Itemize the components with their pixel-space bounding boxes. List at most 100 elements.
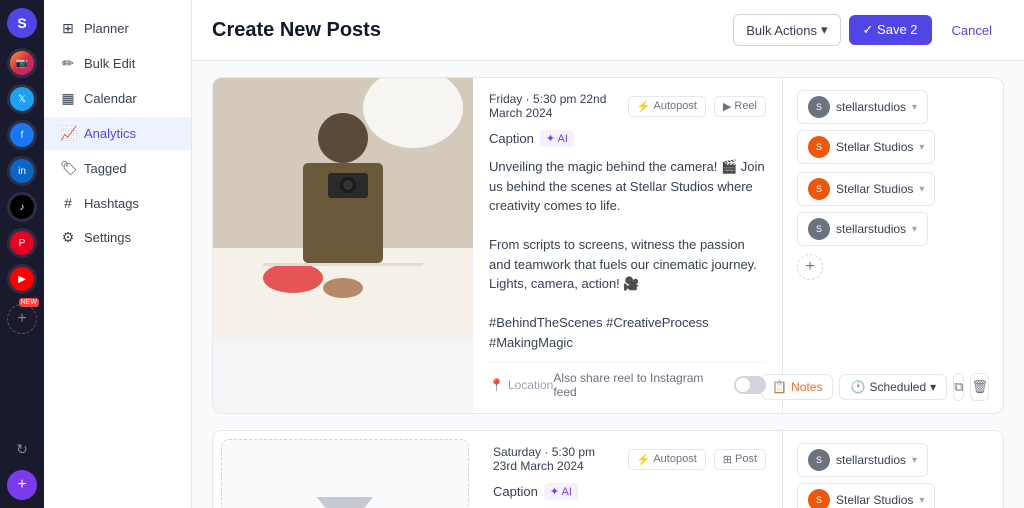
caption-label-2: Caption bbox=[493, 484, 538, 499]
user-avatar[interactable]: S bbox=[7, 8, 37, 38]
share-toggle-1: Also share reel to Instagram feed bbox=[553, 371, 766, 399]
save-button[interactable]: ✓ Save 2 bbox=[849, 15, 932, 45]
sidebar-item-settings[interactable]: ⚙ Settings bbox=[44, 221, 191, 254]
account-chip-1b[interactable]: S Stellar Studios ▾ bbox=[797, 130, 935, 164]
sidebar-item-analytics[interactable]: 📈 Analytics bbox=[44, 117, 191, 150]
chevron-icon-2b: ▾ bbox=[919, 495, 924, 506]
type-label-1: Reel bbox=[734, 100, 757, 112]
type-label-2: Post bbox=[735, 453, 757, 465]
social-icon-facebook[interactable]: f bbox=[7, 120, 37, 150]
account-name-2b: Stellar Studios bbox=[836, 493, 913, 507]
social-icon-youtube[interactable]: ▶ bbox=[7, 264, 37, 294]
cancel-button[interactable]: Cancel bbox=[940, 16, 1004, 45]
social-icon-instagram[interactable]: 📷 bbox=[7, 48, 37, 78]
post-card-2: + + Images or Videos Saturday · 5:30 pm … bbox=[212, 430, 1004, 508]
sidebar-label-planner: Planner bbox=[84, 21, 129, 36]
create-icon[interactable]: + bbox=[7, 470, 37, 500]
sidebar-item-calendar[interactable]: ▦ Calendar bbox=[44, 82, 191, 115]
location-row-1: 📍 Location Also share reel to Instagram … bbox=[489, 362, 766, 399]
location-icon: 📍 bbox=[489, 378, 504, 392]
analytics-icon: 📈 bbox=[60, 125, 76, 142]
icon-bar: S 📷 𝕏 f in ♪ P ▶ + NEW ↻ + bbox=[0, 0, 44, 508]
new-badge: NEW bbox=[19, 298, 39, 307]
refresh-icon[interactable]: ↻ bbox=[7, 434, 37, 464]
autopost-icon-1: ⚡ bbox=[637, 100, 651, 113]
chevron-icon-1a: ▾ bbox=[912, 102, 917, 113]
sidebar-item-tagged[interactable]: 🏷 Tagged bbox=[44, 152, 191, 185]
post-content-1: Friday · 5:30 pm 22nd March 2024 ⚡ Autop… bbox=[473, 78, 783, 413]
sidebar: ⊞ Planner ✏ Bulk Edit ▦ Calendar 📈 Analy… bbox=[44, 0, 192, 508]
account-avatar-1a: S bbox=[808, 96, 830, 118]
sidebar-item-hashtags[interactable]: # Hashtags bbox=[44, 187, 191, 219]
account-chip-1a[interactable]: S stellarstudios ▾ bbox=[797, 90, 928, 124]
post-accounts-1: S stellarstudios ▾ S Stellar Studios ▾ S… bbox=[783, 78, 1003, 413]
account-name-1b: Stellar Studios bbox=[836, 140, 913, 154]
share-label-1: Also share reel to Instagram feed bbox=[553, 371, 728, 399]
account-name-1a: stellarstudios bbox=[836, 100, 906, 114]
post-card-1: Friday · 5:30 pm 22nd March 2024 ⚡ Autop… bbox=[212, 77, 1004, 414]
sidebar-item-bulk-edit[interactable]: ✏ Bulk Edit bbox=[44, 47, 191, 80]
social-icon-twitter[interactable]: 𝕏 bbox=[7, 84, 37, 114]
add-account-button-1[interactable]: + bbox=[797, 254, 823, 280]
scheduled-label: Scheduled bbox=[869, 380, 926, 394]
account-name-1d: stellarstudios bbox=[836, 222, 906, 236]
page-title: Create New Posts bbox=[212, 19, 381, 42]
duplicate-icon: ⧉ bbox=[954, 379, 963, 395]
duplicate-button-1[interactable]: ⧉ bbox=[953, 373, 964, 401]
post-date-2: Saturday · 5:30 pm 23rd March 2024 bbox=[493, 445, 620, 473]
post-text-1: Unveiling the magic behind the camera! 🎬… bbox=[489, 157, 766, 352]
post-image-1 bbox=[213, 78, 473, 413]
bulk-actions-button[interactable]: Bulk Actions ▾ bbox=[733, 14, 840, 46]
autopost-tag-2[interactable]: ⚡ Autopost bbox=[628, 449, 706, 470]
sidebar-label-analytics: Analytics bbox=[84, 126, 136, 141]
sidebar-label-tagged: Tagged bbox=[84, 161, 127, 176]
post-meta-2: Saturday · 5:30 pm 23rd March 2024 ⚡ Aut… bbox=[493, 445, 766, 473]
post-date-1: Friday · 5:30 pm 22nd March 2024 bbox=[489, 92, 620, 120]
post-meta-1: Friday · 5:30 pm 22nd March 2024 ⚡ Autop… bbox=[489, 92, 766, 120]
social-icon-tiktok[interactable]: ♪ bbox=[7, 192, 37, 222]
account-avatar-1c: S bbox=[808, 178, 830, 200]
bulk-edit-icon: ✏ bbox=[60, 55, 76, 72]
autopost-label-1: Autopost bbox=[653, 100, 696, 112]
page-header: Create New Posts Bulk Actions ▾ ✓ Save 2… bbox=[192, 0, 1024, 61]
caption-row-1: Caption ✦ AI bbox=[489, 130, 766, 147]
notes-button-1[interactable]: 📋 Notes bbox=[761, 374, 833, 400]
social-icon-linkedin[interactable]: in bbox=[7, 156, 37, 186]
scheduled-button-1[interactable]: 🕐 Scheduled ▾ bbox=[839, 374, 947, 400]
social-icon-pinterest[interactable]: P bbox=[7, 228, 37, 258]
location-tag-1[interactable]: 📍 Location bbox=[489, 378, 553, 392]
account-chip-1d[interactable]: S stellarstudios ▾ bbox=[797, 212, 928, 246]
clock-icon: 🕐 bbox=[850, 380, 865, 394]
sidebar-label-bulk-edit: Bulk Edit bbox=[84, 56, 135, 71]
type-tag-2[interactable]: ⊞ Post bbox=[714, 449, 766, 470]
ai-badge-1[interactable]: ✦ AI bbox=[540, 130, 574, 147]
trash-icon: 🗑 bbox=[971, 379, 988, 395]
notes-icon: 📋 bbox=[772, 380, 787, 394]
autopost-icon-2: ⚡ bbox=[637, 453, 651, 466]
upload-placeholder: + + Images or Videos bbox=[222, 440, 468, 508]
save-label: ✓ Save 2 bbox=[863, 22, 918, 38]
account-chip-2b[interactable]: S Stellar Studios ▾ bbox=[797, 483, 935, 508]
calendar-icon: ▦ bbox=[60, 90, 76, 107]
add-social-button[interactable]: + bbox=[7, 304, 37, 334]
type-tag-1[interactable]: ▶ Reel bbox=[714, 96, 766, 117]
bulk-actions-label: Bulk Actions bbox=[746, 23, 817, 38]
type-icon-2: ⊞ bbox=[723, 453, 732, 466]
chevron-icon-1c: ▾ bbox=[919, 184, 924, 195]
ai-badge-2[interactable]: ✦ AI bbox=[544, 483, 578, 500]
delete-button-1[interactable]: 🗑 bbox=[970, 373, 989, 401]
caption-label-1: Caption bbox=[489, 131, 534, 146]
toggle-knob-1 bbox=[736, 378, 750, 392]
toggle-switch-1[interactable] bbox=[734, 376, 766, 394]
posts-area: Friday · 5:30 pm 22nd March 2024 ⚡ Autop… bbox=[192, 61, 1024, 508]
sidebar-label-calendar: Calendar bbox=[84, 91, 137, 106]
planner-icon: ⊞ bbox=[60, 20, 76, 37]
scheduled-chevron: ▾ bbox=[930, 380, 936, 394]
account-chip-2a[interactable]: S stellarstudios ▾ bbox=[797, 443, 928, 477]
autopost-tag-1[interactable]: ⚡ Autopost bbox=[628, 96, 706, 117]
sidebar-label-settings: Settings bbox=[84, 230, 131, 245]
account-chip-1c[interactable]: S Stellar Studios ▾ bbox=[797, 172, 935, 206]
sidebar-item-planner[interactable]: ⊞ Planner bbox=[44, 12, 191, 45]
header-actions: Bulk Actions ▾ ✓ Save 2 Cancel bbox=[733, 14, 1004, 46]
post-content-2: Saturday · 5:30 pm 23rd March 2024 ⚡ Aut… bbox=[477, 431, 783, 508]
